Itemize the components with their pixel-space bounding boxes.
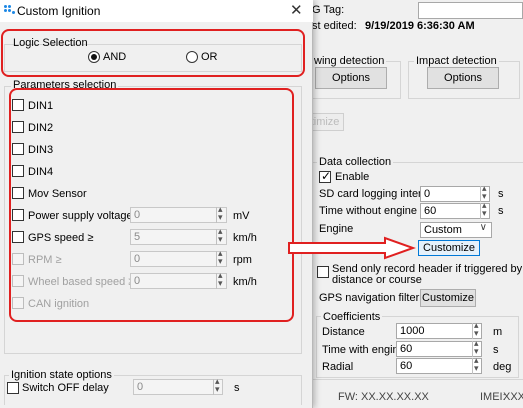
logic-highlight-box xyxy=(1,29,305,77)
engine-select-value: Custom xyxy=(424,224,462,236)
enable-label: Enable xyxy=(335,171,370,183)
engine-select[interactable]: Custom ∨ xyxy=(420,222,492,238)
tag-input[interactable] xyxy=(418,2,523,19)
impact-detection-label: Impact detection xyxy=(414,55,499,67)
impact-options-button[interactable]: Options xyxy=(427,67,499,89)
dialog-titlebar: Custom Ignition ✕ xyxy=(0,0,313,22)
send-only-header-checkbox[interactable] xyxy=(317,266,329,278)
background-config-window: G Tag: st edited: 9/19/2019 6:36:30 AM w… xyxy=(300,0,523,408)
coefficients-label: Coefficients xyxy=(321,311,383,323)
switch-off-delay-spinner[interactable] xyxy=(213,376,223,395)
last-edited-label: st edited: xyxy=(312,20,357,32)
enable-checkbox[interactable] xyxy=(319,169,331,183)
fw-label: FW: xyxy=(338,391,358,403)
coeff-distance-label: Distance xyxy=(322,326,365,338)
fw-value: XX.XX.XX.XX xyxy=(361,391,429,403)
gps-filter-label: GPS navigation filtering xyxy=(319,292,434,304)
coeff-time-label: Time with engine xyxy=(322,344,405,356)
chevron-down-icon: ∨ xyxy=(479,222,487,233)
wing-detection-label: wing detection xyxy=(312,55,387,67)
send-only-header-label-2: distance or course xyxy=(332,274,422,286)
last-edited-value: 9/19/2019 6:36:30 AM xyxy=(365,20,475,32)
coeff-time-unit: s xyxy=(493,344,499,356)
wing-options-button[interactable]: Options xyxy=(315,67,387,89)
switch-off-delay-input[interactable]: 0 xyxy=(133,379,223,395)
ignition-state-label: Ignition state options xyxy=(9,369,114,381)
sd-interval-label: SD card logging interval xyxy=(319,188,436,200)
annotation-arrow xyxy=(288,236,416,260)
sd-interval-unit: s xyxy=(498,188,504,200)
app-logo-icon xyxy=(4,5,15,15)
switch-off-delay-unit: s xyxy=(234,382,240,394)
coeff-radial-input[interactable]: 60 xyxy=(396,358,482,374)
imei-value: XXX xyxy=(503,391,523,403)
close-icon[interactable]: ✕ xyxy=(290,1,303,19)
engine-label: Engine xyxy=(319,223,354,235)
tag-label: G Tag: xyxy=(312,4,345,16)
dialog-title: Custom Ignition xyxy=(17,4,101,18)
switch-off-delay-label: Switch OFF delay xyxy=(22,382,109,394)
coeff-radial-label: Radial xyxy=(322,361,354,373)
imei-label: IMEI: xyxy=(480,391,506,403)
coeff-distance-input[interactable]: 1000 xyxy=(396,323,482,339)
time-wo-engine-unit: s xyxy=(498,205,504,217)
coeff-distance-spinner[interactable] xyxy=(472,320,482,339)
gps-customize-button[interactable]: Customize xyxy=(420,289,476,307)
coeff-radial-unit: deg xyxy=(493,361,512,373)
time-wo-engine-spinner[interactable] xyxy=(480,200,490,219)
parameters-highlight-box xyxy=(9,88,294,322)
coeff-time-input[interactable]: 60 xyxy=(396,341,482,357)
data-collection-label: Data collection xyxy=(317,156,394,168)
switch-off-delay-checkbox[interactable] xyxy=(7,382,19,394)
custom-ignition-dialog: Custom Ignition ✕ Logic Selection AND OR… xyxy=(0,0,313,408)
time-wo-engine-label: Time without engine xyxy=(319,205,418,217)
coeff-distance-unit: m xyxy=(493,326,503,338)
engine-customize-button[interactable]: Customize xyxy=(418,240,480,256)
coeff-radial-spinner[interactable] xyxy=(472,355,482,374)
